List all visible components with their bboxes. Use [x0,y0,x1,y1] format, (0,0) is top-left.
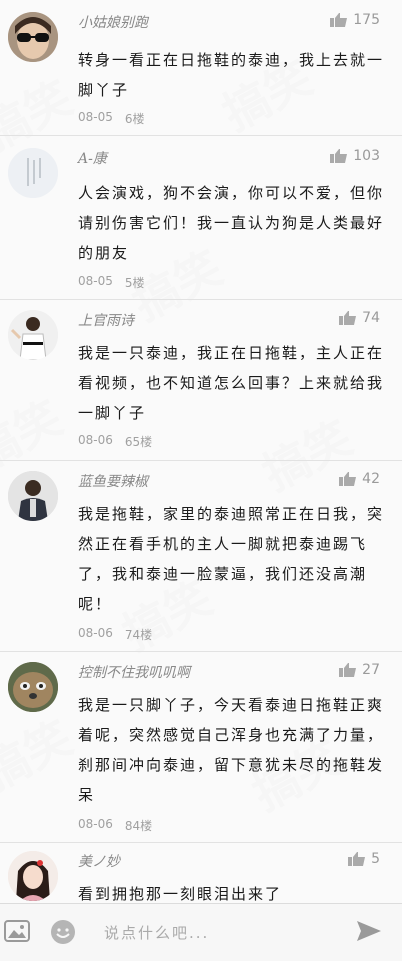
avatar[interactable] [8,12,58,62]
comment-meta: 08-05 5楼 [78,274,145,291]
like-button[interactable]: 5 [348,851,380,867]
avatar[interactable] [8,148,58,198]
comment-floor: 74楼 [124,628,153,642]
comment-text: 人会演戏，狗不会演，你可以不爱，但你请别伤害它们！我一直认为狗是人类最好的朋友 [78,184,385,262]
comment-floor: 84楼 [124,819,153,833]
comment-date: 08-06 [78,817,113,831]
comment-date: 08-06 [78,626,113,640]
username[interactable]: 蓝鱼要辣椒 [78,471,148,491]
avatar[interactable] [8,471,58,521]
avatar[interactable] [8,851,58,901]
thumbs-up-icon [339,311,357,325]
avatar[interactable] [8,662,58,712]
comment-item[interactable]: 控制不住我叽叽啊 27 我是一只脚丫子，今天看泰迪日拖鞋正爽着呢，突然感觉自己浑… [0,652,402,843]
like-button[interactable]: 42 [339,471,380,487]
comment-meta: 08-06 84楼 [78,817,152,834]
send-icon[interactable] [356,919,382,943]
comment-input[interactable]: 说点什么吧... [104,922,209,943]
thumbs-up-icon [339,472,357,486]
like-count: 5 [371,851,380,867]
thumbs-up-icon [339,663,357,677]
comment-item[interactable]: 蓝鱼要辣椒 42 我是拖鞋，家里的泰迪照常正在日我，突然正在看手机的主人一脚就把… [0,461,402,652]
image-icon[interactable] [4,919,30,943]
comment-floor: 5楼 [124,276,145,290]
username[interactable]: 控制不住我叽叽啊 [78,662,190,682]
avatar[interactable] [8,310,58,360]
comment-input-bar: 说点什么吧... [0,903,402,961]
emoji-icon[interactable] [50,919,76,945]
comment-text: 我是拖鞋，家里的泰迪照常正在日我，突然正在看手机的主人一脚就把泰迪踢飞了，我和泰… [78,505,385,613]
username[interactable]: 美ノ妙 [78,851,120,871]
comment-item[interactable]: A-康 103 人会演戏，狗不会演，你可以不爱，但你请别伤害它们！我一直认为狗是… [0,136,402,300]
like-count: 103 [353,148,380,164]
comment-text: 我是一只泰迪，我正在日拖鞋，主人正在看视频，也不知道怎么回事？上来就给我一脚丫子 [78,344,385,422]
like-count: 42 [362,471,380,487]
username[interactable]: 上官雨诗 [78,310,134,330]
comment-floor: 65楼 [124,435,153,449]
like-button[interactable]: 103 [330,148,380,164]
like-button[interactable]: 175 [330,12,380,28]
like-button[interactable]: 27 [339,662,380,678]
comment-date: 08-05 [78,274,113,288]
comment-meta: 08-06 74楼 [78,626,152,643]
comment-meta: 08-06 65楼 [78,433,152,450]
like-count: 175 [353,12,380,28]
thumbs-up-icon [330,149,348,163]
thumbs-up-icon [348,852,366,866]
like-count: 27 [362,662,380,678]
username[interactable]: A-康 [78,148,107,168]
thumbs-up-icon [330,13,348,27]
comment-item[interactable]: 上官雨诗 74 我是一只泰迪，我正在日拖鞋，主人正在看视频，也不知道怎么回事？上… [0,300,402,461]
username[interactable]: 小姑娘别跑 [78,12,148,32]
like-count: 74 [362,310,380,326]
comment-text: 转身一看正在日拖鞋的泰迪，我上去就一脚丫子 [78,51,385,99]
comment-meta: 08-05 6楼 [78,110,145,127]
comment-date: 08-05 [78,110,113,124]
comment-item[interactable]: 小姑娘别跑 175 转身一看正在日拖鞋的泰迪，我上去就一脚丫子 08-05 6楼 [0,0,402,136]
comment-date: 08-06 [78,433,113,447]
comment-floor: 6楼 [124,112,145,126]
comment-list: 小姑娘别跑 175 转身一看正在日拖鞋的泰迪，我上去就一脚丫子 08-05 6楼… [0,0,402,913]
comment-text: 我是一只脚丫子，今天看泰迪日拖鞋正爽着呢，突然感觉自己浑身也充满了力量，刹那间冲… [78,696,385,804]
like-button[interactable]: 74 [339,310,380,326]
